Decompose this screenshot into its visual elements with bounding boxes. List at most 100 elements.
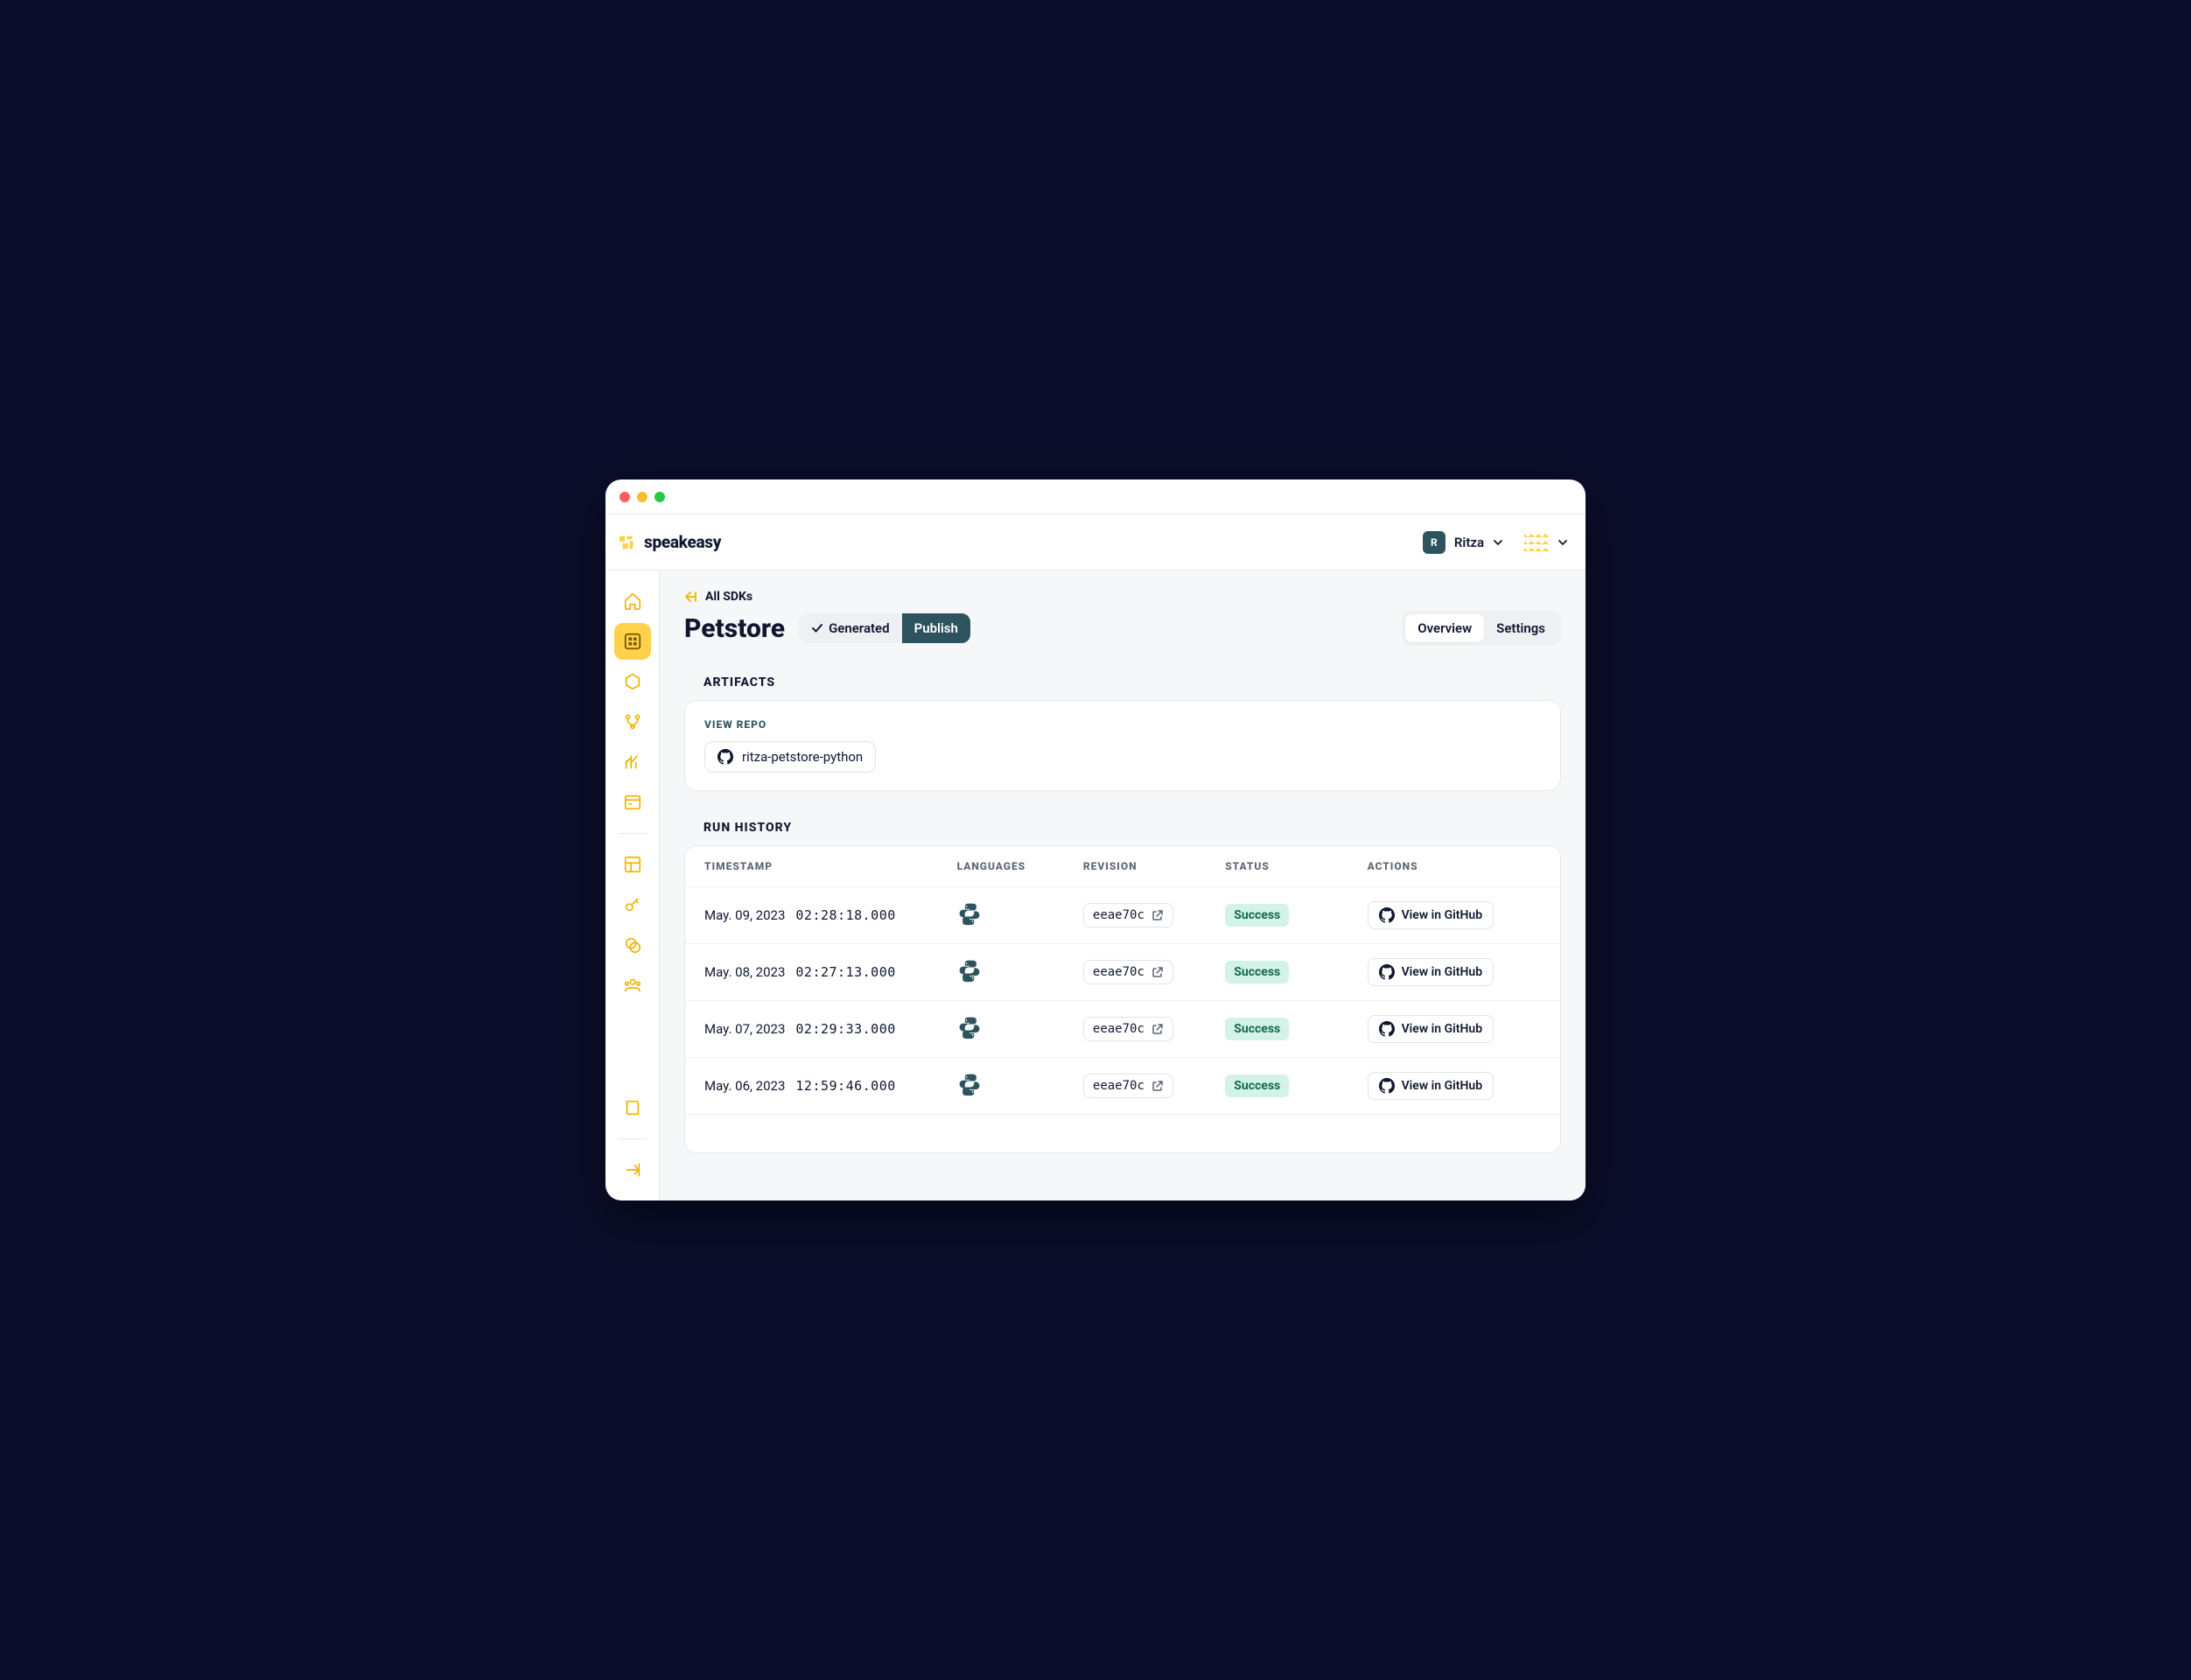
nav-templates[interactable] — [614, 846, 651, 883]
cell-actions: View in GitHub — [1368, 1015, 1541, 1043]
view-in-github-button[interactable]: View in GitHub — [1368, 1015, 1494, 1043]
external-link-icon — [1152, 1080, 1164, 1092]
org-badge: R — [1423, 531, 1446, 554]
cell-actions: View in GitHub — [1368, 901, 1541, 929]
table-row: May. 06, 202312:59:46.000 eeae70c Success V… — [685, 1057, 1560, 1114]
cell-revision: eeae70c — [1083, 960, 1225, 984]
cell-revision: eeae70c — [1083, 1074, 1225, 1098]
python-icon — [957, 1072, 982, 1096]
github-icon — [1379, 1021, 1395, 1037]
window-minimize-button[interactable] — [637, 492, 648, 502]
chart-icon — [623, 752, 642, 772]
brand-mark-icon — [618, 533, 637, 552]
status-badge: Success — [1225, 961, 1289, 984]
cell-status: Success — [1225, 961, 1367, 984]
cell-languages — [957, 901, 1083, 929]
github-icon — [1379, 1078, 1395, 1094]
cell-languages — [957, 958, 1083, 986]
col-revision: REVISION — [1083, 860, 1225, 872]
nav-docs[interactable] — [614, 784, 651, 821]
python-icon — [957, 1015, 982, 1040]
nav-divider — [619, 1138, 647, 1139]
revision-link[interactable]: eeae70c — [1083, 1074, 1173, 1098]
avatar — [1524, 530, 1549, 555]
breadcrumb-back[interactable]: All SDKs — [684, 590, 1561, 604]
collapse-icon — [623, 1160, 642, 1180]
nav-branches[interactable] — [614, 704, 651, 740]
nav-sdks[interactable] — [614, 623, 651, 660]
check-icon — [811, 622, 823, 634]
revision-link[interactable]: eeae70c — [1083, 1017, 1173, 1041]
window-zoom-button[interactable] — [654, 492, 665, 502]
status-pill-group: Generated Publish — [799, 613, 970, 643]
window-icon — [623, 793, 642, 812]
cell-revision: eeae70c — [1083, 903, 1225, 928]
nav-team[interactable] — [614, 967, 651, 1004]
view-in-github-button[interactable]: View in GitHub — [1368, 1072, 1494, 1100]
external-link-icon — [1152, 909, 1164, 921]
status-generated: Generated — [799, 613, 902, 643]
nav-circles[interactable] — [614, 927, 651, 963]
cell-languages — [957, 1072, 1083, 1100]
view-in-github-button[interactable]: View in GitHub — [1368, 958, 1494, 986]
brand-logo[interactable]: speakeasy — [618, 532, 721, 552]
nav-apis[interactable] — [614, 663, 651, 700]
branch-icon — [623, 712, 642, 732]
history-heading: RUN HISTORY — [704, 821, 1561, 835]
page-title: Petstore — [684, 613, 785, 644]
topbar-right: R Ritza — [1418, 528, 1568, 557]
nav-analytics[interactable] — [614, 744, 651, 780]
view-in-github-button[interactable]: View in GitHub — [1368, 901, 1494, 929]
view-repo-heading: VIEW REPO — [704, 718, 1541, 731]
back-arrow-icon — [684, 590, 698, 604]
circles-icon — [623, 935, 642, 955]
team-icon — [623, 976, 642, 995]
cell-revision: eeae70c — [1083, 1017, 1225, 1041]
cell-actions: View in GitHub — [1368, 1072, 1541, 1100]
cell-timestamp: May. 07, 202302:29:33.000 — [704, 1021, 957, 1037]
run-history-table: TIMESTAMP LANGUAGES REVISION STATUS ACTI… — [684, 845, 1561, 1153]
view-tabs: Overview Settings — [1402, 611, 1561, 646]
cell-timestamp: May. 08, 202302:27:13.000 — [704, 964, 957, 980]
tab-settings[interactable]: Settings — [1484, 614, 1558, 642]
breadcrumb-label: All SDKs — [705, 590, 752, 604]
key-icon — [623, 895, 642, 914]
col-actions: ACTIONS — [1368, 860, 1541, 872]
hexagon-icon — [623, 672, 642, 691]
cell-actions: View in GitHub — [1368, 958, 1541, 986]
col-languages: LANGUAGES — [957, 860, 1083, 872]
org-name: Ritza — [1454, 535, 1484, 550]
table-row: May. 09, 202302:28:18.000eeae70cSuccessV… — [685, 886, 1560, 943]
repo-name: ritza-petstore-python — [742, 749, 863, 765]
titlebar — [606, 480, 1586, 514]
home-icon — [623, 592, 642, 611]
revision-link[interactable]: eeae70c — [1083, 960, 1173, 984]
github-icon — [1379, 907, 1395, 923]
body: All SDKs Petstore Generated Publish Over… — [606, 570, 1586, 1200]
table-footer — [685, 1114, 1560, 1152]
main-content: All SDKs Petstore Generated Publish Over… — [660, 570, 1586, 1200]
status-badge: Success — [1225, 1074, 1289, 1097]
sidebar — [606, 570, 660, 1200]
status-generated-label: Generated — [829, 620, 890, 636]
revision-link[interactable]: eeae70c — [1083, 903, 1173, 928]
topbar: speakeasy R Ritza — [606, 514, 1586, 570]
page-header: Petstore Generated Publish Overview Sett… — [684, 611, 1561, 646]
col-status: STATUS — [1225, 860, 1367, 872]
cell-timestamp: May. 06, 202312:59:46.000 — [704, 1078, 957, 1094]
cell-timestamp: May. 09, 202302:28:18.000 — [704, 907, 957, 923]
window-close-button[interactable] — [620, 492, 630, 502]
repo-link[interactable]: ritza-petstore-python — [704, 741, 876, 773]
chevron-down-icon — [1493, 537, 1503, 548]
nav-keys[interactable] — [614, 886, 651, 923]
nav-home[interactable] — [614, 583, 651, 620]
status-publish-label: Publish — [914, 620, 958, 636]
status-publish[interactable]: Publish — [902, 613, 970, 643]
org-switcher[interactable]: R Ritza — [1418, 528, 1508, 557]
brand-name: speakeasy — [644, 532, 721, 552]
nav-library[interactable] — [614, 1089, 651, 1126]
user-menu[interactable] — [1524, 530, 1568, 555]
nav-divider — [619, 833, 647, 834]
nav-collapse[interactable] — [614, 1152, 651, 1188]
tab-overview[interactable]: Overview — [1405, 614, 1484, 642]
